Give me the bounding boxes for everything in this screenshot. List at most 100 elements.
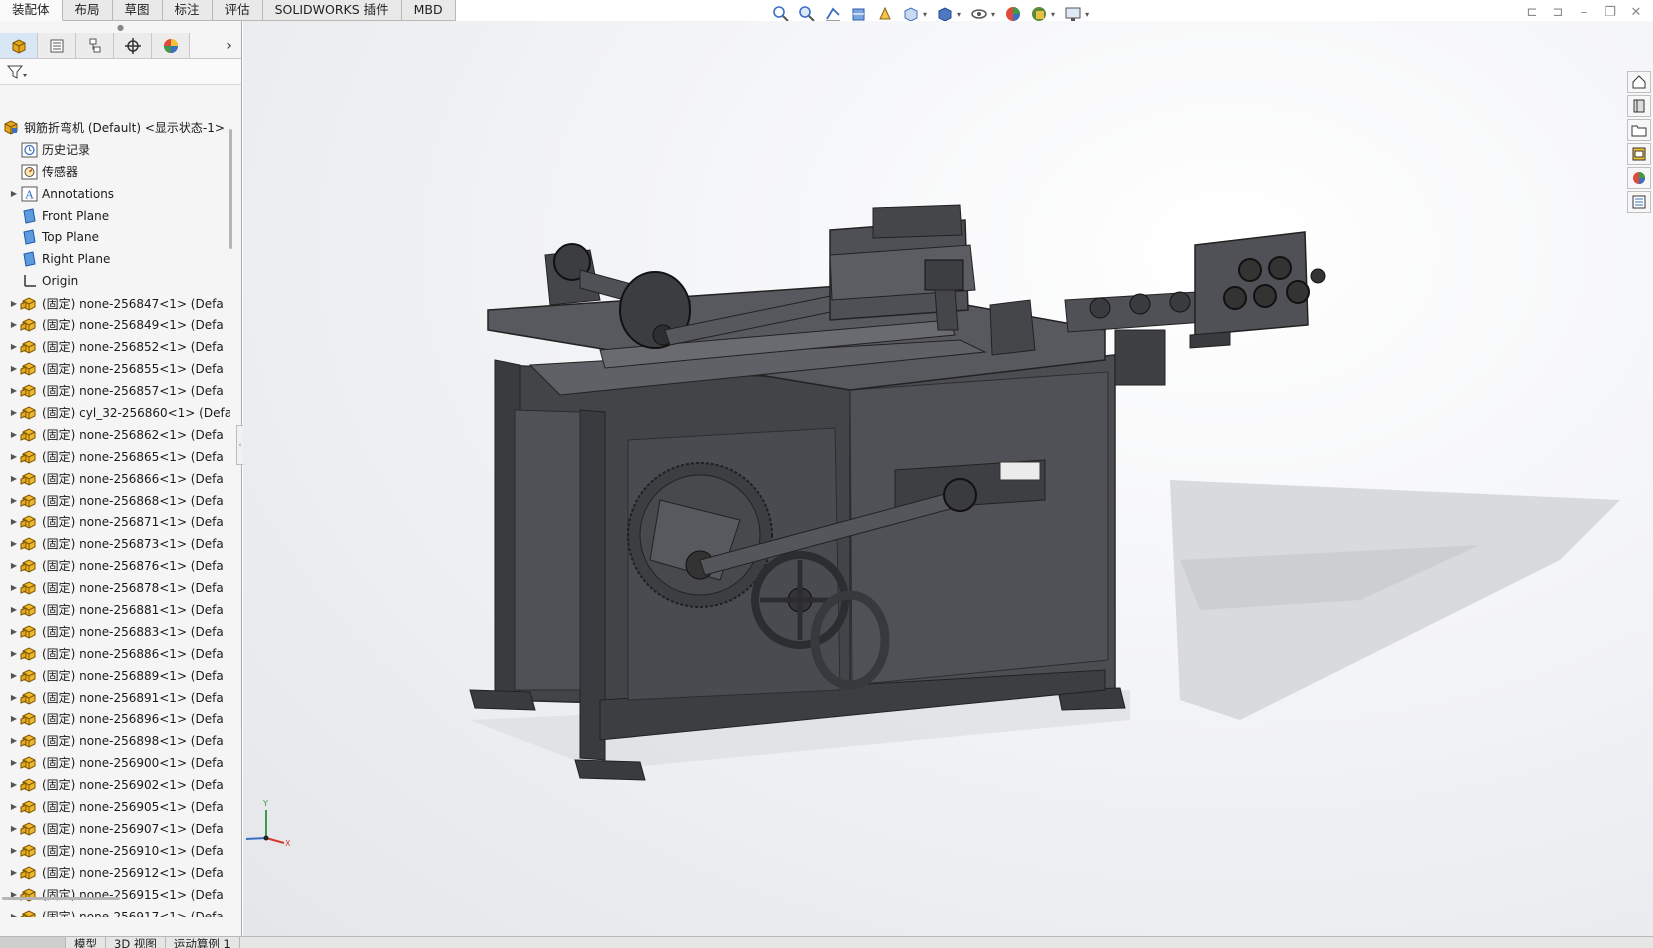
tree-component-item[interactable]: ▶ (固定) none-256881<1> (Defa <box>0 599 230 621</box>
expand-arrow-icon[interactable]: ▶ <box>8 758 20 767</box>
solidworks-resources-icon[interactable] <box>1627 71 1651 93</box>
tab-mbd[interactable]: MBD <box>402 0 456 21</box>
expand-arrow-icon[interactable]: ▶ <box>8 452 20 461</box>
tree-component-item[interactable]: ▶ (固定) none-256855<1> (Defa <box>0 358 230 380</box>
panel-grip-icon[interactable]: ● <box>0 21 241 33</box>
tab-markup[interactable]: 标注 <box>163 0 213 21</box>
expand-arrow-icon[interactable]: ▶ <box>8 649 20 658</box>
tree-component-item[interactable]: ▶ (固定) none-256849<1> (Defa <box>0 314 230 336</box>
expand-arrow-icon[interactable]: ▶ <box>8 780 20 789</box>
tree-component-item[interactable]: ▶ (固定) none-256886<1> (Defa <box>0 642 230 664</box>
tree-component-item[interactable]: ▶ (固定) none-256900<1> (Defa <box>0 752 230 774</box>
chevron-down-icon[interactable]: ▾ <box>1051 10 1055 19</box>
expand-arrow-icon[interactable]: ▶ <box>8 846 20 855</box>
tree-item-plane[interactable]: Right Plane <box>0 248 230 270</box>
expand-arrow-icon[interactable]: ▶ <box>8 189 20 198</box>
tree-root-assembly[interactable]: 钢筋折弯机 (Default) <显示状态-1> <box>0 117 230 139</box>
tab-model[interactable]: 模型 <box>66 937 106 948</box>
tree-horizontal-scrollbar[interactable] <box>2 897 120 900</box>
tree-component-item[interactable]: ▶ (固定) none-256847<1> (Defa <box>0 292 230 314</box>
tab-assembly[interactable]: 装配体 <box>0 0 63 21</box>
custom-properties-icon[interactable] <box>1627 191 1651 213</box>
tree-component-item[interactable]: ▶ (固定) none-256852<1> (Defa <box>0 336 230 358</box>
tree-component-item[interactable]: ▶ (固定) none-256917<1> (Defa <box>0 905 230 917</box>
expand-arrow-icon[interactable]: ▶ <box>8 364 20 373</box>
expand-arrow-icon[interactable]: ▶ <box>8 517 20 526</box>
file-explorer-icon[interactable] <box>1627 119 1651 141</box>
tree-component-item[interactable]: ▶ (固定) none-256905<1> (Defa <box>0 796 230 818</box>
tree-component-item[interactable]: ▶ (固定) none-256878<1> (Defa <box>0 577 230 599</box>
expand-arrow-icon[interactable]: ▶ <box>8 561 20 570</box>
expand-arrow-icon[interactable]: ▶ <box>8 430 20 439</box>
expand-arrow-icon[interactable]: ▶ <box>8 693 20 702</box>
chevron-down-icon[interactable]: ▾ <box>957 10 961 19</box>
chevron-down-icon[interactable]: ▾ <box>923 10 927 19</box>
tree-component-item[interactable]: ▶ (固定) none-256883<1> (Defa <box>0 620 230 642</box>
view-palette-icon[interactable] <box>1627 143 1651 165</box>
tree-item-history[interactable]: 历史记录 <box>0 139 230 161</box>
tree-item-plane[interactable]: Top Plane <box>0 226 230 248</box>
tab-3d-views[interactable]: 3D 视图 <box>106 937 166 948</box>
expand-arrow-icon[interactable]: ▶ <box>8 736 20 745</box>
tree-item-plane[interactable]: Front Plane <box>0 205 230 227</box>
expand-arrow-icon[interactable]: ▶ <box>8 408 20 417</box>
tree-component-item[interactable]: ▶ (固定) none-256912<1> (Defa <box>0 861 230 883</box>
expand-arrow-icon[interactable]: ▶ <box>8 474 20 483</box>
dimxpert-manager-tab[interactable] <box>114 33 152 58</box>
tree-component-item[interactable]: ▶ (固定) none-256889<1> (Defa <box>0 664 230 686</box>
tree-item-origin[interactable]: Origin <box>0 270 230 292</box>
tree-component-item[interactable]: ▶ (固定) none-256902<1> (Defa <box>0 774 230 796</box>
tree-component-item[interactable]: ▶ (固定) none-256857<1> (Defa <box>0 380 230 402</box>
expand-arrow-icon[interactable]: ▶ <box>8 627 20 636</box>
expand-arrow-icon[interactable]: ▶ <box>8 714 20 723</box>
next-window-icon[interactable]: ⊐ <box>1551 2 1565 22</box>
tab-addins[interactable]: SOLIDWORKS 插件 <box>263 0 402 21</box>
tree-component-item[interactable]: ▶ (固定) none-256898<1> (Defa <box>0 730 230 752</box>
chevron-down-icon[interactable]: ▾ <box>1085 10 1089 19</box>
expand-arrow-icon[interactable]: ▶ <box>8 386 20 395</box>
property-manager-tab[interactable] <box>38 33 76 58</box>
tree-component-item[interactable]: ▶ (固定) none-256876<1> (Defa <box>0 555 230 577</box>
expand-arrow-icon[interactable]: ▶ <box>8 824 20 833</box>
expand-arrow-icon[interactable]: ▶ <box>8 320 20 329</box>
design-library-icon[interactable] <box>1627 95 1651 117</box>
tree-component-item[interactable]: ▶ (固定) none-256907<1> (Defa <box>0 818 230 840</box>
expand-arrow-icon[interactable]: ▶ <box>8 583 20 592</box>
tab-layout[interactable]: 布局 <box>63 0 113 21</box>
chevron-down-icon[interactable]: ▾ <box>991 10 995 19</box>
tree-component-item[interactable]: ▶ (固定) none-256871<1> (Defa <box>0 511 230 533</box>
tree-component-item[interactable]: ▶ (固定) none-256862<1> (Defa <box>0 423 230 445</box>
expand-arrow-icon[interactable]: ▶ <box>8 342 20 351</box>
tree-item-sensor[interactable]: 传感器 <box>0 161 230 183</box>
feature-manager-tab[interactable] <box>0 33 38 58</box>
tree-component-item[interactable]: ▶ (固定) none-256866<1> (Defa <box>0 467 230 489</box>
tree-component-item[interactable]: ▶ (固定) none-256868<1> (Defa <box>0 489 230 511</box>
appearances-scenes-icon[interactable] <box>1627 167 1651 189</box>
tree-component-item[interactable]: ▶ (固定) none-256873<1> (Defa <box>0 533 230 555</box>
expand-arrow-icon[interactable]: ▶ <box>8 671 20 680</box>
chevron-right-icon[interactable]: › <box>217 33 241 58</box>
tree-component-item[interactable]: ▶ (固定) cyl_32-256860<1> (Defa <box>0 402 230 424</box>
close-icon[interactable]: ✕ <box>1629 2 1643 22</box>
expand-arrow-icon[interactable]: ▶ <box>8 868 20 877</box>
tree-vertical-scrollbar[interactable] <box>229 129 232 249</box>
expand-arrow-icon[interactable]: ▶ <box>8 539 20 548</box>
tree-component-item[interactable]: ▶ (固定) none-256910<1> (Defa <box>0 839 230 861</box>
expand-arrow-icon[interactable]: ▶ <box>8 605 20 614</box>
tree-component-item[interactable]: ▶ (固定) none-256915<1> (Defa <box>0 883 230 905</box>
restore-icon[interactable]: ❐ <box>1603 2 1617 22</box>
tree-component-item[interactable]: ▶ (固定) none-256891<1> (Defa <box>0 686 230 708</box>
display-manager-tab[interactable] <box>152 33 190 58</box>
expand-arrow-icon[interactable]: ▶ <box>8 802 20 811</box>
expand-arrow-icon[interactable]: ▶ <box>8 912 20 918</box>
minimize-icon[interactable]: – <box>1577 2 1591 22</box>
tree-component-item[interactable]: ▶ (固定) none-256865<1> (Defa <box>0 445 230 467</box>
previous-window-icon[interactable]: ⊏ <box>1525 2 1539 22</box>
tab-scroll-arrows[interactable] <box>0 937 66 948</box>
graphics-area[interactable]: Y X Z <box>243 21 1653 936</box>
filter-icon[interactable] <box>6 63 28 81</box>
tab-sketch[interactable]: 草图 <box>113 0 163 21</box>
expand-arrow-icon[interactable]: ▶ <box>8 299 20 308</box>
tree-item-annotations[interactable]: ▶ A Annotations <box>0 183 230 205</box>
tab-motion-study[interactable]: 运动算例 1 <box>166 937 240 948</box>
